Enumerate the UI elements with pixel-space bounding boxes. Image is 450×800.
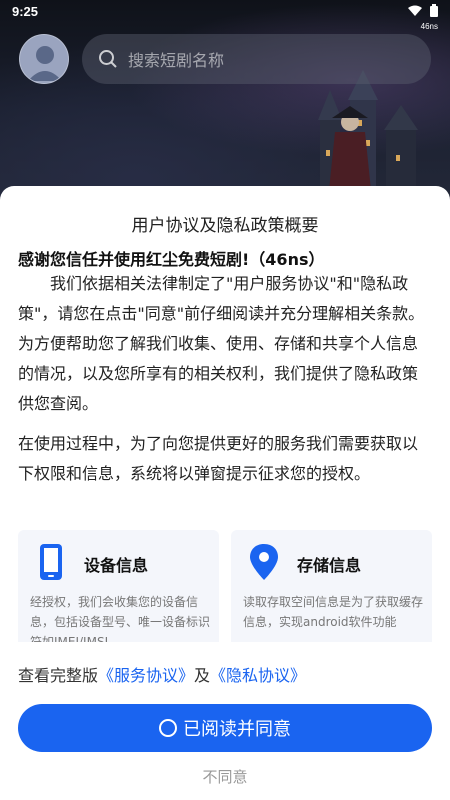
wifi-icon [408,5,422,16]
device-info-body: 经授权，我们会收集您的设备信息，包括设备型号、唯一设备标识符如IMEI/IMSI [30,595,211,642]
character-illustration [328,106,372,200]
disagree-button[interactable]: 不同意 [0,766,450,787]
avatar[interactable] [19,34,69,84]
agreement-links: 查看完整版《服务协议》及《隐私协议》 [18,662,306,686]
user-avatar-icon [28,46,62,81]
agree-button[interactable]: 已阅读并同意 [18,704,432,752]
search-icon [99,50,117,68]
policy-paragraph-2: 在使用过程中，为了向您提供更好的服务我们需要获取以下权限和信息，系统将以弹窗提示… [18,434,419,483]
dialog-title: 用户协议及隐私政策概要 [131,216,319,236]
policy-paragraph-1: 我们依据相关法律制定了"用户服务协议"和"隐私政策"，请您在点击"同意"前仔细阅… [18,274,425,413]
links-and: 及 [194,666,211,685]
circle-icon [159,719,177,737]
status-time: 9:25 [12,4,39,19]
links-prefix: 查看完整版 [18,666,99,685]
search-input[interactable]: 搜索短剧名称 [82,34,431,84]
service-agreement-link[interactable]: 《服务协议》 [98,666,194,685]
phone-icon [40,544,62,580]
status-icons [408,4,438,17]
device-info-card: 设备信息 经授权，我们会收集您的设备信息，包括设备型号、唯一设备标识符如IMEI… [18,530,219,642]
app-tag: 46ns [420,22,438,31]
agree-button-label: 已阅读并同意 [183,719,291,740]
battery-icon [430,4,438,17]
status-bar: 9:25 [0,0,450,24]
device-info-title: 设备信息 [84,556,149,575]
search-placeholder: 搜索短剧名称 [128,51,225,70]
permission-cards: 设备信息 经授权，我们会收集您的设备信息，包括设备型号、唯一设备标识符如IMEI… [18,530,432,642]
privacy-agreement-link[interactable]: 《隐私协议》 [210,666,306,685]
hero-banner [0,0,450,200]
storage-info-title: 存储信息 [297,556,362,575]
location-pin-icon [250,544,278,580]
storage-info-card: 存储信息 读取存取空间信息是为了获取缓存信息，实现android软件功能 [231,530,432,642]
thanks-text: 感谢您信任并使用红尘免费短剧!（46ns） [18,250,325,269]
storage-info-body: 读取存取空间信息是为了获取缓存信息，实现android软件功能 [243,595,424,629]
